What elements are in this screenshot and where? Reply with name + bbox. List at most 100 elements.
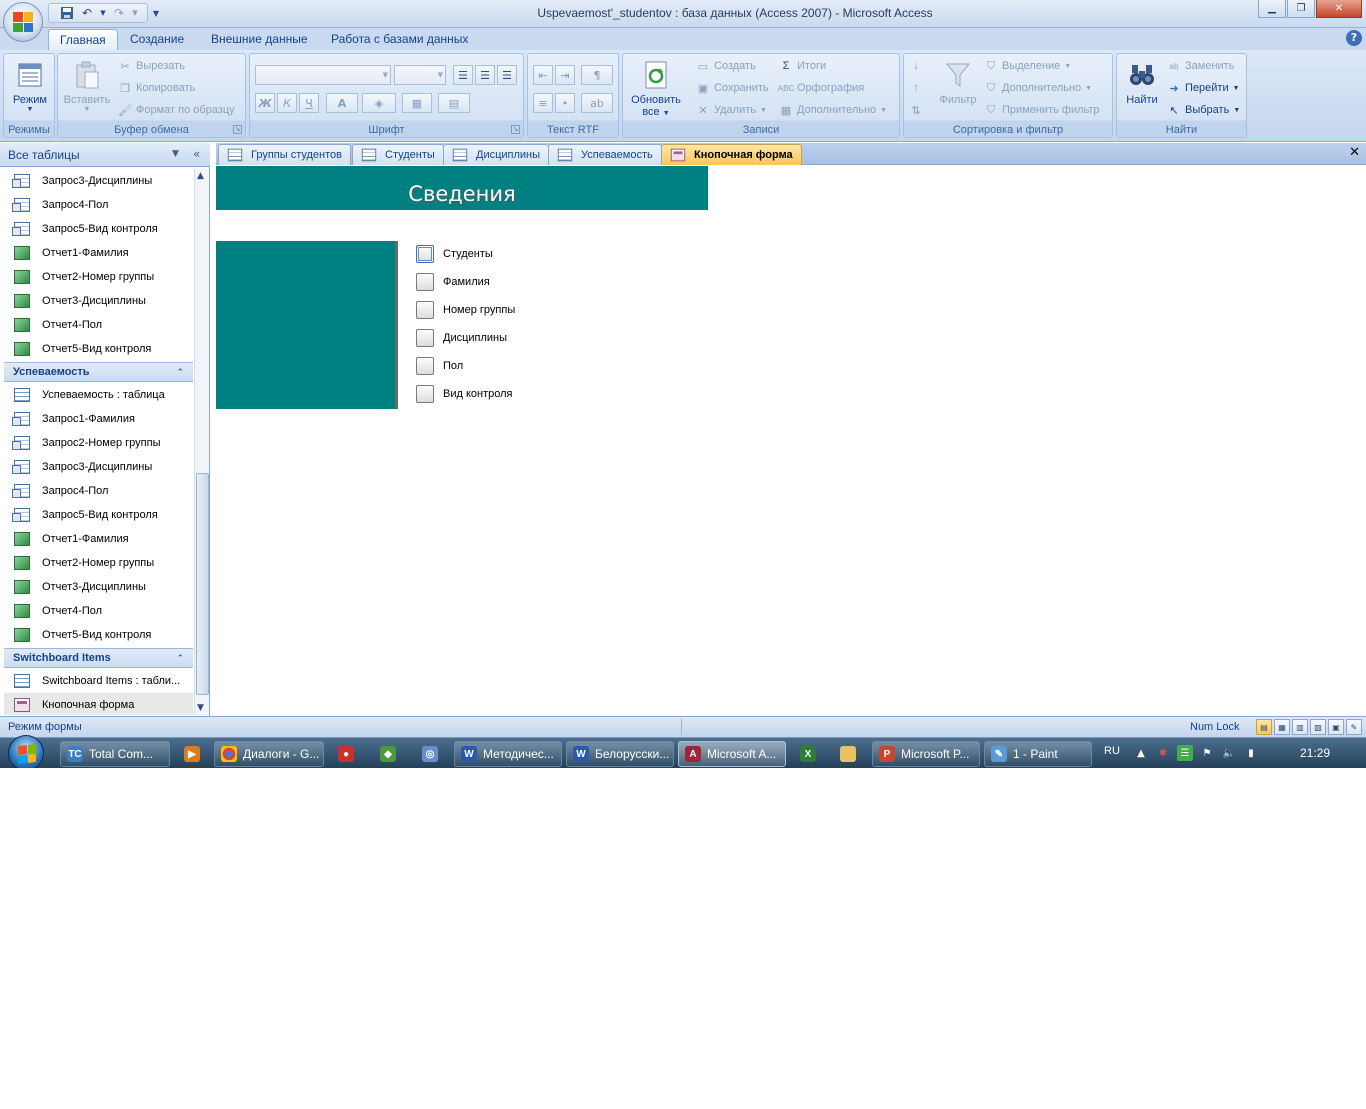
underline-button[interactable]: Ч [299, 93, 319, 113]
form-view-icon[interactable]: ▤ [1256, 719, 1272, 735]
taskbar-chrome[interactable]: Диалоги - G... [214, 741, 324, 767]
nav-item-query[interactable]: Запрос2-Номер группы [4, 431, 193, 455]
bold-button[interactable]: Ж [255, 93, 275, 113]
help-icon[interactable]: ? [1346, 30, 1362, 46]
taskbar-powerpoint[interactable]: P Microsoft P... [872, 741, 980, 767]
totals-button[interactable]: Σ Итоги [779, 56, 827, 76]
nav-item-report[interactable]: Отчет5-Вид контроля [4, 337, 193, 361]
mode-button[interactable]: Режим ▼ [7, 58, 53, 113]
apply-filter-button[interactable]: ⛉ Применить фильтр [984, 100, 1100, 120]
nav-item-query[interactable]: Запрос1-Фамилия [4, 407, 193, 431]
bullets-button[interactable]: • [555, 93, 575, 113]
font-name-combo[interactable]: ▼ [255, 65, 391, 85]
nav-item-report[interactable]: Отчет5-Вид контроля [4, 623, 193, 647]
design-view-icon[interactable]: ✎ [1346, 719, 1362, 735]
nav-item-report[interactable]: Отчет3-Дисциплины [4, 289, 193, 313]
tray-antivirus-icon[interactable]: ✱ [1155, 745, 1171, 761]
format-painter-button[interactable]: 🖌 Формат по образцу [118, 100, 235, 120]
new-record-button[interactable]: ▭ Создать [696, 56, 756, 76]
doc-tab-table[interactable]: Успеваемость [548, 144, 662, 165]
nav-item-query[interactable]: Запрос5-Вид контроля [4, 503, 193, 527]
nav-item-form[interactable]: Кнопочная форма [4, 693, 193, 715]
gridlines-button[interactable]: ▦ [402, 93, 432, 113]
align-right-button[interactable]: ☰ [497, 65, 517, 85]
sort-ascending-button[interactable]: ↓ [909, 56, 923, 76]
font-launcher-icon[interactable]: ↘ [511, 125, 520, 134]
doc-tab-table[interactable]: Дисциплины [443, 144, 550, 165]
clear-sort-button[interactable]: ⇅ [909, 100, 923, 120]
tab-database-tools[interactable]: Работа с базами данных [320, 29, 479, 50]
taskbar-total-commander[interactable]: TC Total Com... [60, 741, 170, 767]
nav-scrollbar[interactable]: ▲ ▼ [194, 169, 209, 715]
paragraph-button[interactable]: ¶ [581, 65, 613, 85]
numbering-button[interactable]: ≡ [533, 93, 553, 113]
nav-item-report[interactable]: Отчет3-Дисциплины [4, 575, 193, 599]
select-button[interactable]: ↖ Выбрать ▼ [1167, 100, 1240, 120]
switchboard-button[interactable] [416, 357, 434, 375]
tray-flag-icon[interactable]: ⚑ [1199, 745, 1215, 761]
taskbar-pin-app2[interactable]: ◆ [374, 741, 402, 767]
switchboard-button[interactable] [416, 273, 434, 291]
taskbar-paint[interactable]: ✎ 1 - Paint [984, 741, 1092, 767]
advanced-filter-button[interactable]: ⛉ Дополнительно ▼ [984, 78, 1092, 98]
undo-icon[interactable]: ↶ [79, 5, 95, 21]
scroll-thumb[interactable] [196, 473, 209, 695]
nav-item-query[interactable]: Запрос4-Пол [4, 479, 193, 503]
tray-power-icon[interactable]: ▮ [1243, 745, 1259, 761]
tray-network-icon[interactable]: ☰ [1177, 745, 1193, 761]
highlight-button[interactable]: ab [581, 93, 613, 113]
undo-dropdown-icon[interactable]: ▼ [99, 5, 107, 21]
find-button[interactable]: Найти [1120, 58, 1164, 106]
font-color-button[interactable]: A [326, 93, 358, 113]
taskbar-word-belarus[interactable]: W Белорусски... [566, 741, 674, 767]
nav-item-table[interactable]: Успеваемость : таблица [4, 383, 193, 407]
pivot-chart-view-icon[interactable]: ▧ [1310, 719, 1326, 735]
nav-item-query[interactable]: Запрос3-Дисциплины [4, 169, 193, 193]
collapse-group-icon[interactable]: ⌃ [176, 653, 184, 664]
doc-tab-table[interactable]: Студенты [352, 144, 444, 165]
increase-indent-button[interactable]: ⇥ [555, 65, 575, 85]
nav-header[interactable]: Все таблицы ▼ « [0, 143, 210, 167]
nav-group-header[interactable]: Switchboard Items ⌃ [4, 648, 193, 668]
taskbar-word-methodical[interactable]: W Методичес... [454, 741, 562, 767]
fill-color-button[interactable]: ◈ [362, 93, 396, 113]
taskbar-pin-app3[interactable]: ◎ [416, 741, 444, 767]
tray-volume-icon[interactable]: 🔈 [1221, 745, 1237, 761]
switchboard-button[interactable] [416, 329, 434, 347]
restore-button[interactable]: ❐ [1287, 0, 1315, 18]
language-indicator[interactable]: RU [1104, 745, 1120, 757]
font-size-combo[interactable]: ▼ [394, 65, 446, 85]
office-button[interactable] [3, 2, 43, 42]
nav-item-query[interactable]: Запрос4-Пол [4, 193, 193, 217]
replace-button[interactable]: ab Заменить [1167, 56, 1235, 76]
nav-item-report[interactable]: Отчет2-Номер группы [4, 265, 193, 289]
refresh-all-button[interactable]: Обновить все ▼ [626, 58, 686, 118]
customize-qat-icon[interactable]: ▼ [148, 5, 164, 21]
italic-button[interactable]: К [277, 93, 297, 113]
minimize-button[interactable]: ▁ [1258, 0, 1286, 18]
nav-item-report[interactable]: Отчет4-Пол [4, 599, 193, 623]
nav-item-report[interactable]: Отчет2-Номер группы [4, 551, 193, 575]
switchboard-button[interactable] [416, 301, 434, 319]
doc-tab-table[interactable]: Группы студентов [218, 144, 351, 165]
redo-dropdown-icon[interactable]: ▼ [131, 5, 139, 21]
nav-menu-chevron-icon[interactable]: ▼ [172, 149, 179, 159]
sort-descending-button[interactable]: ↑ [909, 78, 923, 98]
nav-collapse-icon[interactable]: « [193, 147, 200, 161]
nav-item-query[interactable]: Запрос3-Дисциплины [4, 455, 193, 479]
taskbar-explorer[interactable] [834, 741, 862, 767]
goto-button[interactable]: ➜ Перейти ▼ [1167, 78, 1239, 98]
alt-fill-button[interactable]: ▤ [438, 93, 470, 113]
nav-item-report[interactable]: Отчет4-Пол [4, 313, 193, 337]
layout-view-icon[interactable]: ▣ [1328, 719, 1344, 735]
datasheet-view-icon[interactable]: ▦ [1274, 719, 1290, 735]
switchboard-button[interactable] [416, 245, 434, 263]
nav-item-table[interactable]: Switchboard Items : табли... [4, 669, 193, 693]
taskbar-excel[interactable]: X [794, 741, 822, 767]
tab-create[interactable]: Создание [119, 29, 195, 50]
doc-tab-form[interactable]: Кнопочная форма [661, 144, 802, 165]
tray-expand-icon[interactable]: ▲ [1133, 745, 1149, 761]
taskbar-clock[interactable]: 21:29 [1300, 746, 1330, 760]
scroll-up-icon[interactable]: ▲ [197, 171, 204, 181]
selection-button[interactable]: ⛉ Выделение ▼ [984, 56, 1071, 76]
